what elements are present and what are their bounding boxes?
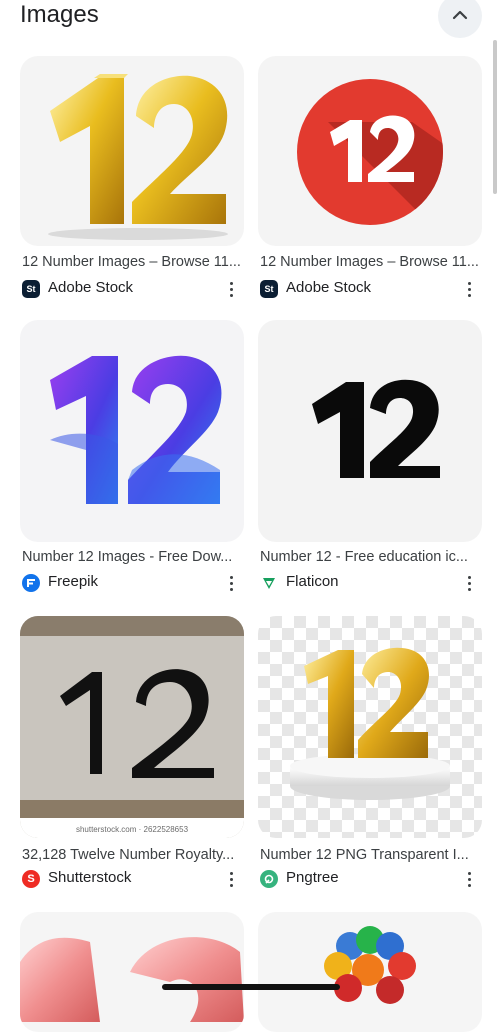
result-title[interactable]: 12 Number Images – Browse 11... [22,254,244,270]
freepik-logo-icon [22,574,40,592]
result-source[interactable]: Flaticon [260,572,482,594]
result-thumbnail[interactable] [20,320,244,542]
source-name: Adobe Stock [286,279,372,296]
home-indicator[interactable] [162,984,340,990]
pngtree-logo-icon [260,870,278,888]
adobe-stock-logo-icon: St [260,280,278,298]
result-source[interactable]: Freepik [22,572,244,594]
source-name: Flaticon [286,573,339,590]
source-name: Freepik [48,573,99,590]
images-section-header: Images [0,0,501,38]
scrollbar[interactable] [493,40,497,194]
source-name: Shutterstock [48,869,132,886]
image-result-card[interactable]: Number 12 - Free education ic... Flatico… [258,320,482,592]
result-source[interactable]: Pngtree [260,868,482,890]
shutterstock-logo-icon: S [22,870,40,888]
result-title[interactable]: Number 12 PNG Transparent I... [260,847,482,863]
more-vert-icon[interactable] [460,279,478,299]
more-vert-icon[interactable] [460,869,478,889]
collapse-button[interactable] [438,0,482,38]
result-title[interactable]: 12 Number Images – Browse 11... [260,254,482,270]
image-result-card[interactable]: 12 Number Images – Browse 11... St Adobe… [20,56,244,301]
adobe-stock-logo-icon: St [22,280,40,298]
source-name: Pngtree [286,869,339,886]
result-thumbnail[interactable] [258,616,482,838]
result-source[interactable]: S Shutterstock [22,868,244,890]
result-source[interactable]: St Adobe Stock [260,278,482,300]
result-thumbnail[interactable] [20,912,244,1032]
more-vert-icon[interactable] [222,279,240,299]
more-vert-icon[interactable] [460,573,478,593]
image-result-card[interactable]: Number 12 PNG Transparent I... Pngtree [258,616,482,888]
result-thumbnail[interactable] [258,912,482,1032]
result-source[interactable]: St Adobe Stock [22,278,244,300]
image-result-card[interactable]: Number 12 Images - Free Dow... Freepik [20,320,244,592]
more-vert-icon[interactable] [222,869,240,889]
image-result-card[interactable]: shutterstock.com · 2622528653 32,128 Twe… [20,616,244,888]
image-result-card[interactable]: 12 Number Images – Browse 11... St Adobe… [258,56,482,301]
more-vert-icon[interactable] [222,573,240,593]
section-title: Images [20,1,99,28]
result-thumbnail[interactable] [258,320,482,542]
result-thumbnail[interactable] [20,56,244,246]
result-thumbnail[interactable] [258,56,482,246]
result-title[interactable]: Number 12 - Free education ic... [260,549,482,565]
result-title[interactable]: Number 12 Images - Free Dow... [22,549,244,565]
svg-text:shutterstock.com · 2622528653: shutterstock.com · 2622528653 [76,825,189,834]
result-title[interactable]: 32,128 Twelve Number Royalty... [22,847,244,863]
result-thumbnail[interactable]: shutterstock.com · 2622528653 [20,616,244,838]
chevron-up-icon [452,7,468,25]
flaticon-logo-icon [260,574,278,592]
source-name: Adobe Stock [48,279,134,296]
